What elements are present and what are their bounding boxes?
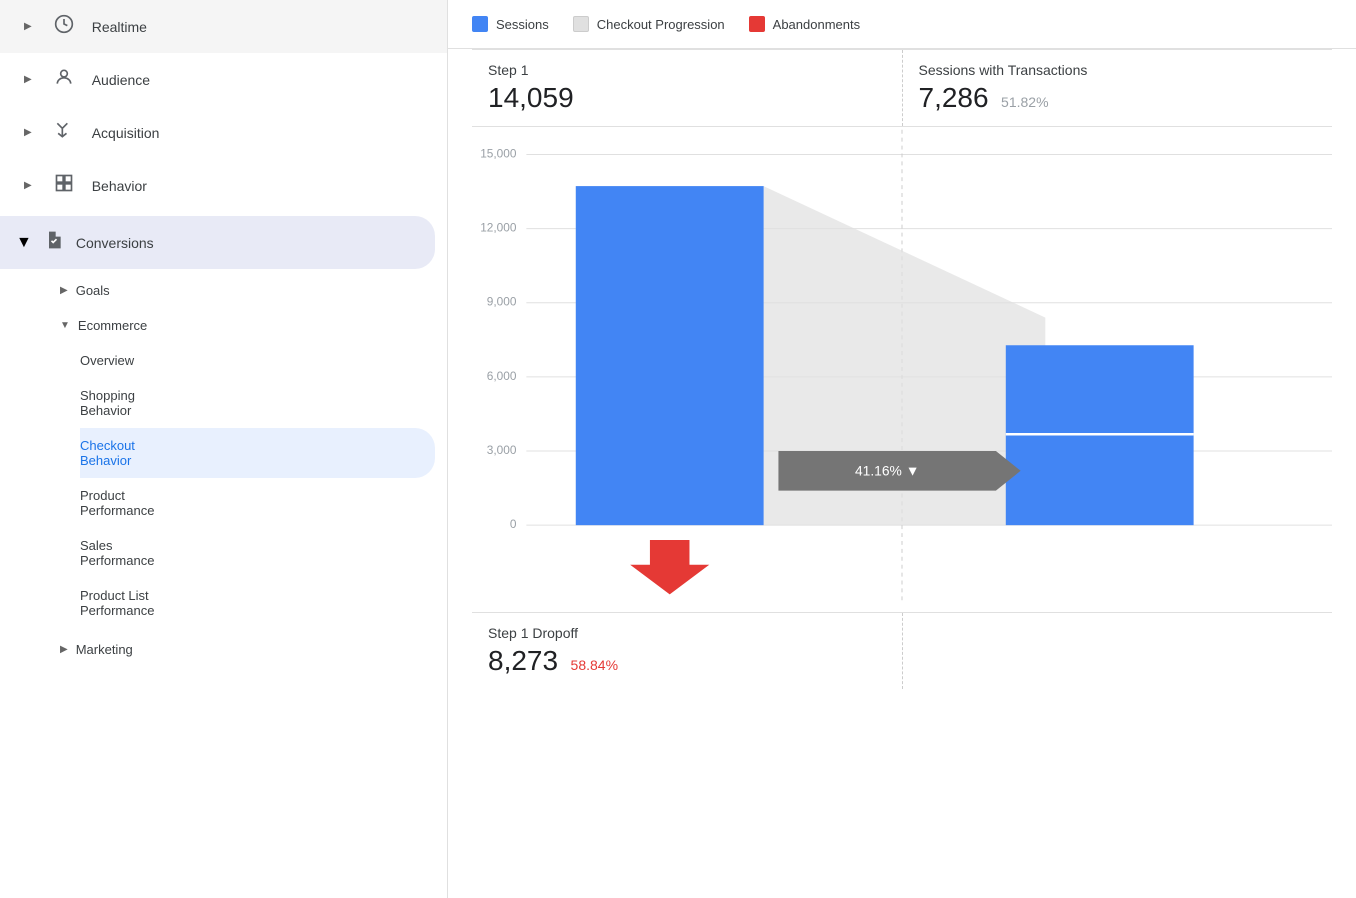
sidebar-item-acquisition[interactable]: ▶ Acquisition	[0, 106, 447, 159]
step1-dropoff-pct: 58.84%	[571, 657, 618, 673]
sidebar-item-behavior[interactable]: ▶ Behavior	[0, 159, 447, 212]
sidebar-item-label-checkout-behavior: CheckoutBehavior	[80, 438, 135, 468]
sidebar-item-label-goals: Goals	[76, 283, 110, 298]
behavior-icon	[52, 173, 76, 198]
step1-dropoff-label: Step 1 Dropoff	[488, 625, 886, 641]
abandonments-color-swatch	[749, 16, 765, 32]
sidebar-item-label-product-performance: ProductPerformance	[80, 488, 154, 518]
sidebar-item-checkout-behavior[interactable]: CheckoutBehavior	[80, 428, 435, 478]
step1-dropoff-value-row: 8,273 58.84%	[488, 645, 886, 677]
sidebar-item-sales-performance[interactable]: SalesPerformance	[80, 528, 435, 578]
ecommerce-expand-arrow: ▼	[60, 320, 70, 331]
empty-footer-cell	[903, 613, 1333, 689]
sidebar-item-label-overview: Overview	[80, 353, 134, 368]
legend-checkout-progression: Checkout Progression	[573, 16, 725, 32]
sessions-transactions-pct: 51.82%	[1001, 94, 1048, 110]
svg-text:3,000: 3,000	[487, 443, 517, 457]
expand-arrow-realtime: ▶	[24, 21, 32, 32]
step1-bar[interactable]	[576, 186, 764, 525]
step1-header-cell: Step 1 14,059	[472, 50, 903, 126]
sidebar-item-label-shopping-behavior: ShoppingBehavior	[80, 388, 135, 418]
svg-text:12,000: 12,000	[480, 221, 517, 235]
expand-arrow-acquisition: ▶	[24, 127, 32, 138]
sidebar-item-shopping-behavior[interactable]: ShoppingBehavior	[80, 378, 435, 428]
sidebar-item-product-list-performance[interactable]: Product ListPerformance	[80, 578, 435, 628]
sidebar-item-marketing[interactable]: ▶ Marketing	[60, 632, 435, 667]
chart-wrapper: Step 1 14,059 Sessions with Transactions…	[448, 49, 1356, 689]
main-content: Sessions Checkout Progression Abandonmen…	[448, 0, 1356, 898]
chart-footer-row: Step 1 Dropoff 8,273 58.84%	[472, 612, 1332, 689]
legend-sessions: Sessions	[472, 16, 549, 32]
sidebar-item-audience[interactable]: ▶ Audience	[0, 53, 447, 106]
sessions-color-swatch	[472, 16, 488, 32]
legend-abandonments-label: Abandonments	[773, 17, 860, 32]
sidebar-item-label-ecommerce: Ecommerce	[78, 318, 147, 333]
sidebar-item-label-audience: Audience	[92, 72, 150, 88]
sidebar-item-product-performance[interactable]: ProductPerformance	[80, 478, 435, 528]
goals-expand-arrow: ▶	[60, 285, 68, 296]
step1-dropoff-value: 8,273	[488, 645, 558, 676]
sidebar-item-overview[interactable]: Overview	[80, 343, 435, 378]
dropoff-arrow	[630, 540, 709, 594]
realtime-icon	[52, 14, 76, 39]
sessions-transactions-label: Sessions with Transactions	[919, 62, 1317, 78]
sessions-transactions-value-row: 7,286 51.82%	[919, 82, 1317, 114]
legend-checkout-progression-label: Checkout Progression	[597, 17, 725, 32]
conversions-icon	[44, 230, 64, 255]
sessions-transactions-value: 7,286	[919, 82, 989, 113]
step1-dropoff-cell: Step 1 Dropoff 8,273 58.84%	[472, 613, 903, 689]
chart-svg-area: 15,000 12,000 9,000 6,000 3,000 0	[472, 127, 1332, 612]
audience-icon	[52, 67, 76, 92]
chart-header-row: Step 1 14,059 Sessions with Transactions…	[472, 49, 1332, 127]
sessions-transactions-header-cell: Sessions with Transactions 7,286 51.82%	[903, 50, 1333, 126]
sidebar-item-label-acquisition: Acquisition	[92, 125, 160, 141]
sidebar: ▶ Realtime ▶ Audience ▶ Acquisition ▶ Be…	[0, 0, 448, 898]
step1-value: 14,059	[488, 82, 574, 113]
main-chart-svg: 15,000 12,000 9,000 6,000 3,000 0	[472, 127, 1332, 607]
sidebar-item-ecommerce[interactable]: ▼ Ecommerce	[60, 308, 435, 343]
chart-legend: Sessions Checkout Progression Abandonmen…	[448, 0, 1356, 49]
sidebar-item-label-behavior: Behavior	[92, 178, 147, 194]
sidebar-item-label-product-list-performance: Product ListPerformance	[80, 588, 154, 618]
svg-text:9,000: 9,000	[487, 295, 517, 309]
progression-badge-text: 41.16% ▼	[855, 463, 919, 479]
expand-arrow-behavior: ▶	[24, 180, 32, 191]
sidebar-item-conversions[interactable]: ▼ Conversions	[0, 216, 435, 269]
checkout-progression-color-swatch	[573, 16, 589, 32]
expand-arrow-conversions: ▼	[16, 234, 32, 252]
acquisition-icon	[52, 120, 76, 145]
sidebar-item-label-sales-performance: SalesPerformance	[80, 538, 154, 568]
sidebar-item-goals[interactable]: ▶ Goals	[60, 273, 435, 308]
svg-text:6,000: 6,000	[487, 369, 517, 383]
legend-sessions-label: Sessions	[496, 17, 549, 32]
step1-value-row: 14,059	[488, 82, 886, 114]
sidebar-item-realtime[interactable]: ▶ Realtime	[0, 0, 447, 53]
sidebar-item-label-conversions: Conversions	[76, 235, 154, 251]
expand-arrow-audience: ▶	[24, 74, 32, 85]
marketing-expand-arrow: ▶	[60, 644, 68, 655]
step1-label: Step 1	[488, 62, 886, 78]
legend-abandonments: Abandonments	[749, 16, 860, 32]
svg-text:15,000: 15,000	[480, 146, 517, 160]
sidebar-item-label-realtime: Realtime	[92, 19, 147, 35]
sidebar-item-label-marketing: Marketing	[76, 642, 133, 657]
svg-text:0: 0	[510, 517, 517, 531]
